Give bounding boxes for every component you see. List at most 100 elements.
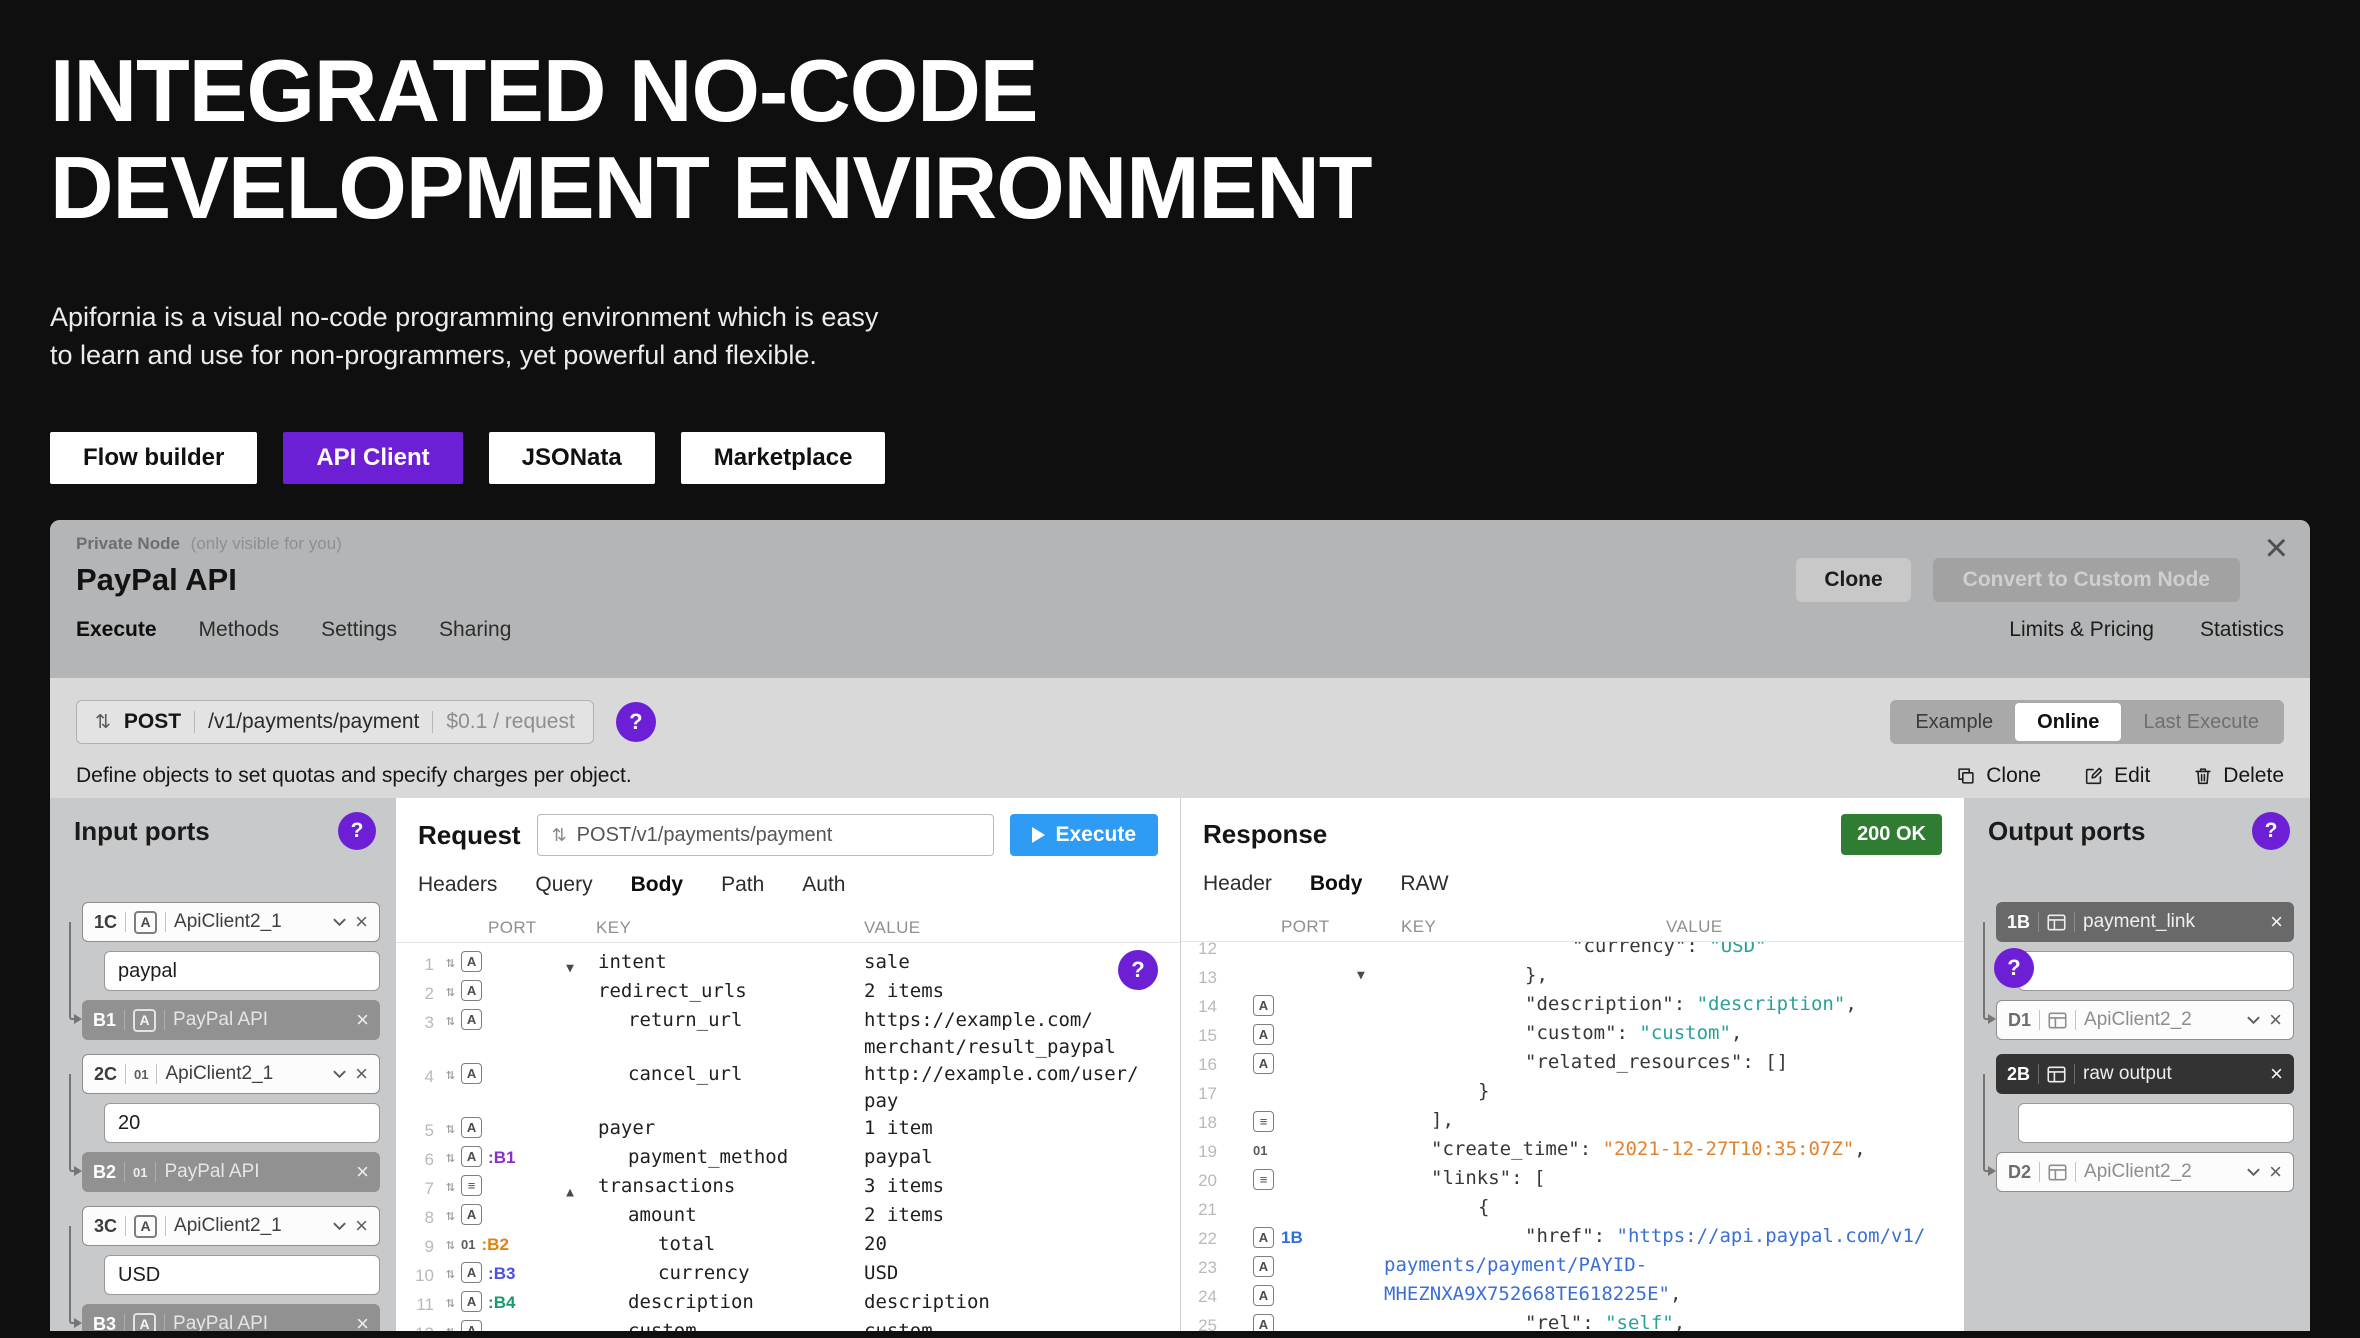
help-icon[interactable]: ?: [338, 812, 376, 850]
sort-icon[interactable]: ⇅: [446, 1009, 455, 1032]
close-icon[interactable]: ×: [356, 1313, 369, 1331]
request-tab-path[interactable]: Path: [721, 873, 764, 897]
port-value-input[interactable]: [104, 1103, 380, 1143]
row-value: 1 item: [864, 1115, 1180, 1144]
close-icon[interactable]: ×: [356, 1161, 369, 1183]
line-code: "rel": "self",: [1384, 1310, 1964, 1331]
port-pill-1b[interactable]: 1Bpayment_link×: [1996, 902, 2294, 942]
chevron-down-icon[interactable]: [332, 917, 347, 927]
tab-settings[interactable]: Settings: [321, 618, 397, 642]
sort-icon[interactable]: ⇅: [446, 1320, 455, 1331]
port-id: B3: [93, 1314, 116, 1332]
action-label: Clone: [1986, 764, 2041, 788]
feature-tab-flow-builder[interactable]: Flow builder: [50, 432, 257, 484]
execute-button[interactable]: Execute: [1010, 814, 1158, 856]
string-type-icon: A: [1253, 1314, 1274, 1331]
sort-icon[interactable]: ⇅: [446, 1291, 455, 1314]
chevron-down-icon[interactable]: [2246, 1167, 2261, 1177]
caret-down-icon[interactable]: ▼: [1357, 962, 1365, 989]
port-badge-1b[interactable]: 1B: [1281, 1224, 1303, 1251]
endpoint-chip[interactable]: ⇅ POST /v1/payments/payment $0.1 / reque…: [76, 700, 594, 744]
sort-icon[interactable]: ⇅: [446, 1063, 455, 1086]
divider: [125, 1064, 126, 1084]
port-pill-2c[interactable]: 2C01ApiClient2_1×: [82, 1054, 380, 1094]
port-ref-b2[interactable]: :B2: [482, 1233, 509, 1256]
port-pill-b2[interactable]: B201PayPal API×: [82, 1152, 380, 1192]
chevron-down-icon[interactable]: [332, 1221, 347, 1231]
delete-button[interactable]: Delete: [2192, 764, 2284, 788]
close-icon[interactable]: ×: [356, 1009, 369, 1031]
port-ref-b4[interactable]: :B4: [488, 1291, 515, 1314]
response-title: Response: [1203, 819, 1327, 850]
sort-icon[interactable]: ⇅: [446, 951, 455, 974]
request-tab-body[interactable]: Body: [631, 873, 684, 897]
endpoint-price: $0.1 / request: [446, 710, 574, 734]
row-number: 3: [396, 1007, 446, 1061]
sort-icon: ⇅: [95, 711, 111, 734]
port-pill-b3[interactable]: B3APayPal API×: [82, 1304, 380, 1331]
port-pill-3c[interactable]: 3CAApiClient2_1×: [82, 1206, 380, 1246]
request-tab-auth[interactable]: Auth: [802, 873, 845, 897]
link-limits-pricing[interactable]: Limits & Pricing: [2009, 618, 2154, 642]
request-url-bar[interactable]: ⇅ POST/v1/payments/payment: [537, 814, 995, 856]
sort-icon[interactable]: ⇅: [446, 1146, 455, 1169]
sort-icon[interactable]: ⇅: [446, 1204, 455, 1227]
row-port-cell: ⇅A:B3: [446, 1260, 598, 1289]
sort-icon[interactable]: ⇅: [446, 1175, 455, 1198]
close-icon[interactable]: ×: [2270, 1063, 2283, 1085]
mode-example[interactable]: Example: [1893, 703, 2015, 741]
response-tab-body[interactable]: Body: [1310, 872, 1363, 896]
port-value-input[interactable]: [104, 951, 380, 991]
port-ref-b1[interactable]: :B1: [488, 1146, 515, 1169]
feature-tab-jsonata[interactable]: JSONata: [489, 432, 655, 484]
response-tab-raw[interactable]: RAW: [1400, 872, 1448, 896]
link-statistics[interactable]: Statistics: [2200, 618, 2284, 642]
close-icon[interactable]: ×: [355, 911, 368, 933]
port-value-input[interactable]: [2018, 1103, 2294, 1143]
tab-sharing[interactable]: Sharing: [439, 618, 511, 642]
row-key: payer: [598, 1115, 864, 1144]
number-type-icon: 01: [461, 1233, 475, 1256]
clone-button[interactable]: Clone: [1955, 764, 2041, 788]
page: INTEGRATED NO-CODE DEVELOPMENT ENVIRONME…: [0, 0, 2360, 1338]
clone-node-button[interactable]: Clone: [1796, 558, 1910, 602]
mode-last-execute[interactable]: Last Execute: [2121, 703, 2281, 741]
close-icon[interactable]: ×: [2270, 911, 2283, 933]
port-pill-1c[interactable]: 1CAApiClient2_1×: [82, 902, 380, 942]
feature-tab-api-client[interactable]: API Client: [283, 432, 462, 484]
tab-execute[interactable]: Execute: [76, 618, 157, 642]
sort-icon[interactable]: ⇅: [446, 1262, 455, 1285]
feature-tab-marketplace[interactable]: Marketplace: [681, 432, 886, 484]
sort-icon[interactable]: ⇅: [446, 1233, 455, 1256]
request-tab-headers[interactable]: Headers: [418, 873, 497, 897]
divider: [165, 912, 166, 932]
port-pill-b1[interactable]: B1APayPal API×: [82, 1000, 380, 1040]
close-icon[interactable]: ×: [2269, 1009, 2282, 1031]
close-icon[interactable]: ×: [2265, 528, 2288, 568]
sort-icon[interactable]: ⇅: [446, 1117, 455, 1140]
chevron-down-icon[interactable]: [2246, 1015, 2261, 1025]
help-icon[interactable]: ?: [2252, 812, 2290, 850]
chevron-down-icon[interactable]: [332, 1069, 347, 1079]
port-pill-d2[interactable]: D2ApiClient2_2×: [1996, 1152, 2294, 1192]
port-value-input[interactable]: [104, 1255, 380, 1295]
help-icon[interactable]: ?: [1118, 950, 1158, 990]
port-ref-b3[interactable]: :B3: [488, 1262, 515, 1285]
help-icon[interactable]: ?: [1994, 948, 2034, 988]
close-icon[interactable]: ×: [355, 1063, 368, 1085]
string-type-icon: A: [461, 1146, 482, 1167]
edit-button[interactable]: Edit: [2083, 764, 2150, 788]
response-column-headers: PORTKEYVALUE: [1181, 908, 1964, 942]
close-icon[interactable]: ×: [2269, 1161, 2282, 1183]
port-value-input[interactable]: [2018, 951, 2294, 991]
sort-icon[interactable]: ⇅: [446, 980, 455, 1003]
response-tab-header[interactable]: Header: [1203, 872, 1272, 896]
help-icon[interactable]: ?: [616, 702, 656, 742]
tab-methods[interactable]: Methods: [199, 618, 280, 642]
request-tab-query[interactable]: Query: [535, 873, 592, 897]
close-icon[interactable]: ×: [355, 1215, 368, 1237]
mode-online[interactable]: Online: [2015, 703, 2121, 741]
port-pill-d1[interactable]: D1ApiClient2_2×: [1996, 1000, 2294, 1040]
convert-to-custom-node-button[interactable]: Convert to Custom Node: [1933, 558, 2240, 602]
port-pill-2b[interactable]: 2Braw output×: [1996, 1054, 2294, 1094]
